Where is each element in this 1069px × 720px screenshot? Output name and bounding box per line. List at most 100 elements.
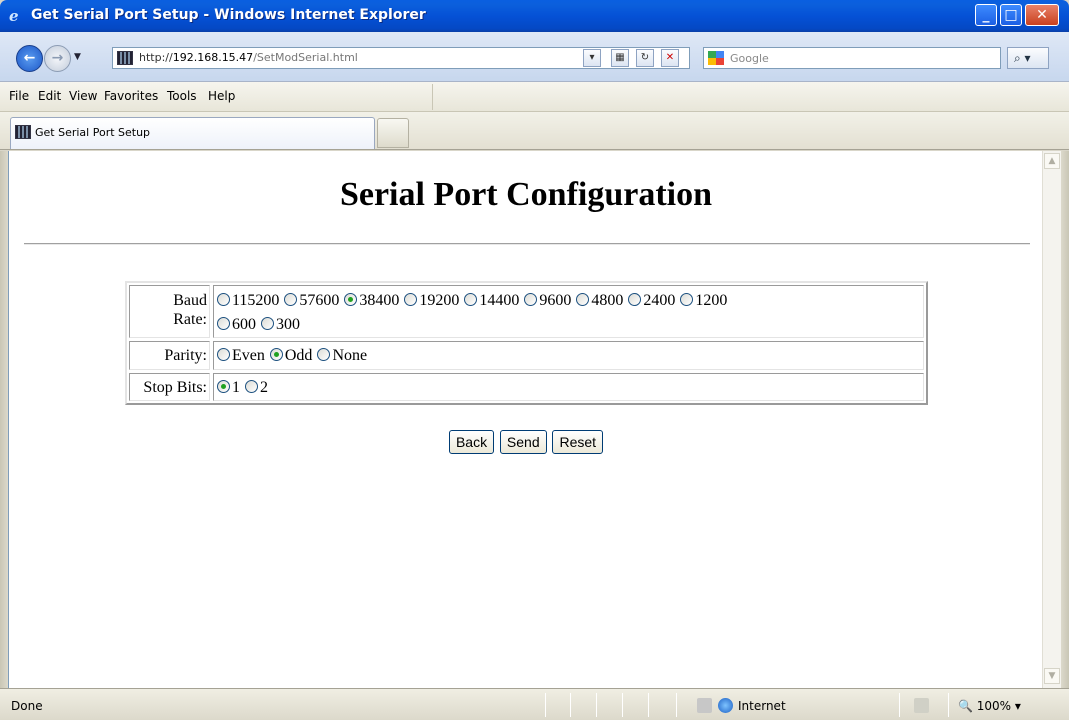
baud-option-14400[interactable]: 14400 bbox=[464, 291, 519, 310]
radio-icon[interactable] bbox=[680, 293, 694, 306]
form-buttons: Back Send Reset bbox=[9, 430, 1042, 454]
address-url[interactable]: http://192.168.15.47/SetModSerial.html bbox=[139, 51, 358, 64]
address-input[interactable]: http://192.168.15.47/SetModSerial.html bbox=[112, 47, 690, 69]
google-logo-icon bbox=[708, 51, 724, 65]
parity-cell: Even Odd None bbox=[213, 341, 924, 370]
site-favicon-icon bbox=[117, 51, 133, 65]
baud-option-57600[interactable]: 57600 bbox=[284, 291, 339, 310]
back-nav-button[interactable]: ← bbox=[16, 45, 43, 72]
baud-option-19200[interactable]: 19200 bbox=[404, 291, 459, 310]
page-content: Serial Port Configuration Baud Rate: 1152… bbox=[8, 151, 1042, 688]
vertical-scrollbar[interactable]: ▲ ▼ bbox=[1042, 151, 1061, 688]
baud-options-line1: 115200 57600 38400 19200 14400 9600 4800 2400 12… bbox=[217, 291, 732, 310]
radio-icon[interactable] bbox=[404, 293, 418, 306]
tab-favicon-icon bbox=[15, 125, 31, 139]
baud-option-115200[interactable]: 115200 bbox=[217, 291, 279, 310]
status-separator bbox=[545, 693, 546, 717]
back-button[interactable]: Back bbox=[448, 430, 495, 454]
menu-favorites[interactable]: Favorites bbox=[104, 89, 158, 103]
radio-checked-icon[interactable] bbox=[269, 348, 283, 361]
stop-bits-options: 12 bbox=[217, 378, 273, 397]
status-separator bbox=[648, 693, 649, 717]
radio-icon[interactable] bbox=[261, 317, 274, 330]
close-button[interactable]: ✕ bbox=[1025, 4, 1059, 26]
tab-serial-setup[interactable]: Get Serial Port Setup bbox=[10, 117, 375, 149]
send-button[interactable]: Send bbox=[499, 430, 547, 454]
parity-label: Parity: bbox=[129, 341, 210, 370]
radio-icon[interactable] bbox=[628, 293, 642, 306]
forward-nav-button[interactable]: → bbox=[44, 45, 71, 72]
radio-icon[interactable] bbox=[284, 293, 298, 306]
radio-icon[interactable] bbox=[317, 348, 331, 361]
page-title: Serial Port Configuration bbox=[339, 176, 713, 213]
maximize-button[interactable]: □ bbox=[1000, 4, 1022, 26]
window-left-border bbox=[0, 151, 8, 720]
status-separator bbox=[622, 693, 623, 717]
status-text: Done bbox=[11, 699, 43, 713]
stop-bits-option-1[interactable]: 1 bbox=[217, 378, 240, 397]
config-table: Baud Rate: 115200 57600 38400 19200 14400 9600… bbox=[125, 281, 928, 405]
menu-edit[interactable]: Edit bbox=[38, 89, 61, 103]
menu-help[interactable]: Help bbox=[208, 89, 235, 103]
reset-button[interactable]: Reset bbox=[552, 430, 604, 454]
window-right-border bbox=[1061, 151, 1069, 720]
parity-option-odd[interactable]: Odd bbox=[269, 346, 312, 365]
zoom-level[interactable]: 🔍 100% ▾ bbox=[958, 699, 1021, 713]
status-separator bbox=[596, 693, 597, 717]
stop-bits-option-2[interactable]: 2 bbox=[245, 378, 268, 397]
baud-option-1200[interactable]: 1200 bbox=[680, 291, 727, 310]
radio-icon[interactable] bbox=[524, 293, 538, 306]
protected-mode-icon[interactable] bbox=[914, 698, 929, 713]
status-separator bbox=[899, 693, 900, 717]
menu-file[interactable]: File bbox=[9, 89, 29, 103]
refresh-icon[interactable]: ↻ bbox=[636, 49, 654, 67]
baud-options-line2: 600 300 bbox=[217, 315, 305, 334]
baud-option-2400[interactable]: 2400 bbox=[628, 291, 675, 310]
baud-option-9600[interactable]: 9600 bbox=[524, 291, 571, 310]
menu-tools[interactable]: Tools bbox=[167, 89, 197, 103]
search-button[interactable]: ⌕ ▾ bbox=[1007, 47, 1049, 69]
baud-rate-cell: 115200 57600 38400 19200 14400 9600 4800 2400 12… bbox=[213, 285, 924, 338]
baud-option-300[interactable]: 300 bbox=[261, 315, 300, 334]
radio-icon[interactable] bbox=[217, 348, 230, 361]
radio-icon[interactable] bbox=[245, 380, 258, 393]
parity-option-even[interactable]: Even bbox=[217, 346, 265, 365]
parity-option-none[interactable]: None bbox=[317, 346, 367, 365]
status-separator bbox=[948, 693, 949, 717]
radio-icon[interactable] bbox=[576, 293, 590, 306]
minimize-button[interactable]: _ bbox=[975, 4, 997, 26]
baud-option-600[interactable]: 600 bbox=[217, 315, 256, 334]
stop-bits-label: Stop Bits: bbox=[129, 373, 210, 401]
ie-logo-icon: e bbox=[9, 7, 19, 25]
status-bar: Done Internet 🔍 100% ▾ bbox=[0, 688, 1069, 720]
search-placeholder: Google bbox=[730, 52, 769, 65]
stop-icon[interactable]: ✕ bbox=[661, 49, 679, 67]
recent-pages-dropdown-icon[interactable]: ▼ bbox=[74, 52, 81, 62]
menu-view[interactable]: View bbox=[69, 89, 97, 103]
window-title: Get Serial Port Setup - Windows Internet… bbox=[31, 7, 426, 23]
tab-label: Get Serial Port Setup bbox=[35, 126, 151, 139]
search-input[interactable]: Google bbox=[703, 47, 1001, 69]
compatibility-view-icon[interactable]: ▦ bbox=[611, 49, 629, 67]
baud-rate-label: Baud Rate: bbox=[129, 285, 210, 338]
menu-bar bbox=[0, 82, 1069, 112]
radio-icon[interactable] bbox=[464, 293, 478, 306]
address-dropdown-icon[interactable]: ▾ bbox=[583, 49, 601, 67]
stop-bits-cell: 12 bbox=[213, 373, 924, 401]
radio-checked-icon[interactable] bbox=[217, 380, 230, 393]
new-tab-button[interactable] bbox=[377, 118, 409, 148]
radio-icon[interactable] bbox=[217, 317, 230, 330]
parity-options: Even Odd None bbox=[217, 346, 372, 365]
title-bar: e Get Serial Port Setup - Windows Intern… bbox=[0, 0, 1069, 32]
status-separator bbox=[676, 693, 677, 717]
blocked-content-icon[interactable] bbox=[697, 698, 712, 713]
baud-option-38400[interactable]: 38400 bbox=[344, 291, 399, 310]
security-zone-label: Internet bbox=[738, 699, 786, 713]
scroll-up-icon[interactable]: ▲ bbox=[1044, 153, 1060, 169]
status-separator bbox=[570, 693, 571, 717]
radio-checked-icon[interactable] bbox=[344, 293, 358, 306]
baud-option-4800[interactable]: 4800 bbox=[576, 291, 623, 310]
scroll-down-icon[interactable]: ▼ bbox=[1044, 668, 1060, 684]
radio-icon[interactable] bbox=[217, 293, 230, 306]
horizontal-rule bbox=[24, 243, 1030, 245]
